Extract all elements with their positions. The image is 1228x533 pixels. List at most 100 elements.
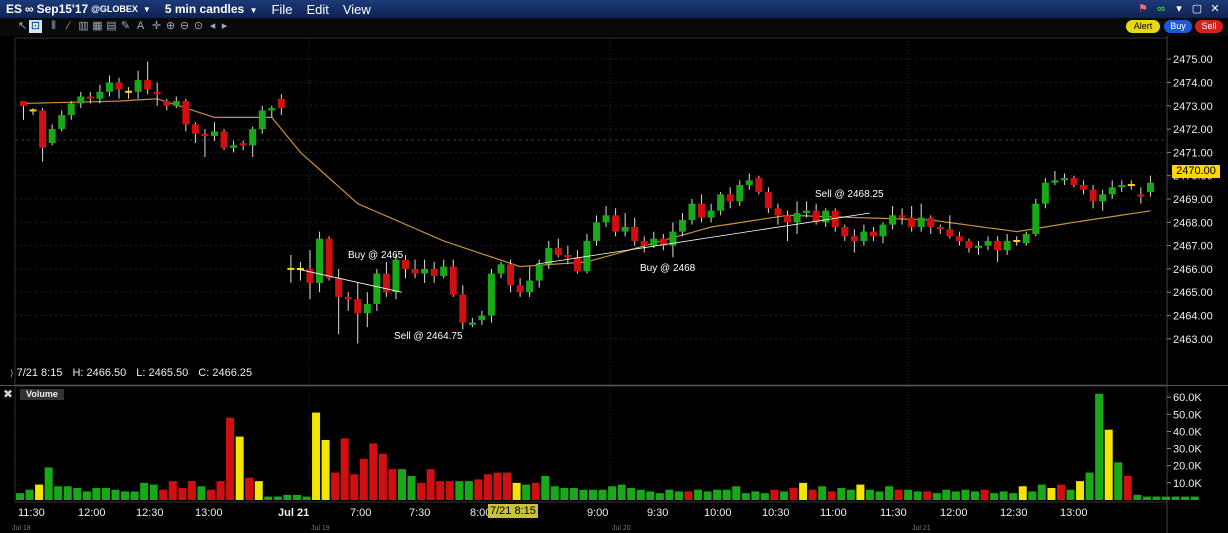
candle-up (1146, 182, 1154, 193)
volume-bar (273, 496, 282, 500)
volume-bar (197, 486, 206, 500)
symbol: ES (6, 2, 23, 16)
volume-bar (894, 489, 903, 500)
volume-bar (713, 489, 722, 500)
volume-bar (216, 481, 225, 500)
candle-up (621, 226, 629, 232)
window-controls: ⚑ ∞ ▾ ▢ ✕ (1136, 2, 1222, 16)
candle-down (1080, 185, 1088, 190)
chart-toolbar: ↖ ⊡ ⫴ ∕ ▥ ▦ ▤ ✎ A ✛ ⊕ ⊖ ⊙ ◂ ▸ Alert Buy … (0, 18, 1228, 36)
volume-bar (178, 488, 187, 500)
volume-bar (436, 481, 445, 500)
volume-bar (493, 472, 502, 500)
annotation-icon[interactable]: ✎ (119, 20, 132, 33)
menu-view[interactable]: View (343, 2, 371, 17)
chevron-icon: ⟩ (10, 368, 14, 378)
alert-button[interactable]: Alert (1126, 20, 1160, 33)
zoom-window-icon[interactable]: ⊡ (29, 20, 42, 33)
menu-edit[interactable]: Edit (306, 2, 328, 17)
volume-bar (350, 474, 359, 500)
volume-bar (522, 484, 531, 500)
candle-up (678, 219, 686, 232)
zoom-reset-icon[interactable]: ⊙ (192, 20, 205, 33)
bar-style-icon[interactable]: ⫴ (47, 20, 60, 33)
text-icon[interactable]: A (134, 20, 147, 33)
price-tick-label: 2467.00 (1173, 241, 1213, 253)
time-label: 10:00 (704, 507, 732, 519)
volume-bar (971, 491, 979, 500)
candle-up (707, 210, 715, 218)
volume-bar (63, 486, 72, 500)
candle-up (67, 103, 75, 116)
volume-bar (560, 488, 569, 500)
volume-bar (741, 493, 750, 500)
candle-down (201, 133, 209, 137)
candle-down (554, 247, 562, 255)
candle-up (1022, 233, 1030, 244)
candle-up (487, 273, 495, 316)
price-chart[interactable]: Buy @ 2465 Sell @ 2464.75 Buy @ 2468 Sell @… (0, 36, 1228, 533)
candle-up (526, 280, 534, 293)
candle-down (1089, 189, 1097, 202)
candle-down (115, 82, 123, 90)
close-panel-icon[interactable]: ✖ (3, 387, 13, 401)
price-tick-label: 2471.00 (1173, 147, 1213, 159)
buy-button[interactable]: Buy (1164, 20, 1192, 33)
volume-bar (990, 493, 999, 500)
chart-type-icon[interactable]: ▥ (77, 20, 90, 33)
trendline-icon[interactable]: ∕ (62, 20, 75, 33)
volume-bar (254, 481, 263, 500)
candle-down (20, 101, 27, 106)
sell-button[interactable]: Sell (1195, 20, 1223, 33)
volume-bar (35, 484, 44, 500)
candle-up (1003, 240, 1011, 251)
candle-down (86, 96, 94, 99)
dropdown-icon[interactable]: ▾ (1172, 2, 1186, 16)
layout-icon[interactable]: ▤ (105, 20, 118, 33)
volume-bar (961, 489, 970, 500)
session-marker: Jul 20 (612, 525, 631, 532)
volume-bar (1190, 496, 1199, 500)
menu-file[interactable]: File (271, 2, 292, 17)
volume-bar (464, 481, 473, 500)
volume-bar (589, 489, 597, 500)
volume-tick-label: 50.0K (1173, 409, 1202, 421)
price-tick-label: 2474.00 (1173, 77, 1213, 89)
volume-bar (455, 481, 464, 500)
volume-bar (885, 486, 894, 500)
ohlc-readout: ⟩ 7/21 8:15 H: 2466.50 L: 2465.50 C: 246… (10, 367, 252, 379)
link-icon[interactable]: ∞ (1154, 2, 1168, 16)
candle-up (984, 240, 992, 246)
volume-bar (92, 488, 101, 500)
volume-bar (904, 489, 913, 500)
cursor-icon[interactable]: ↖ (16, 20, 29, 33)
volume-bar (1133, 494, 1142, 500)
time-label: 12:00 (940, 507, 968, 519)
close-icon[interactable]: ✕ (1208, 2, 1222, 16)
candle-down (1137, 194, 1145, 197)
volume-bar (770, 489, 779, 500)
candle-down (277, 98, 285, 109)
alert-flag-icon[interactable]: ⚑ (1136, 2, 1150, 16)
candle-down (1070, 178, 1078, 186)
volume-bar (312, 412, 321, 500)
crosshair-icon[interactable]: ✛ (150, 20, 163, 33)
volume-bar (369, 443, 378, 500)
contract-title[interactable]: ES ∞ Sep15'17 @GLOBEX ▼ (6, 2, 151, 16)
candle-up (316, 238, 324, 283)
candle-down (402, 259, 409, 269)
zoom-out-icon[interactable]: ⊖ (178, 20, 191, 33)
volume-bar (932, 493, 941, 500)
volume-bar (1162, 496, 1170, 500)
scroll-right-icon[interactable]: ▸ (218, 20, 231, 33)
candle-up (77, 96, 85, 104)
studies-icon[interactable]: ▦ (91, 20, 104, 33)
interval-selector[interactable]: 5 min candles ▼ (165, 2, 258, 16)
price-tick-label: 2472.00 (1173, 124, 1213, 136)
volume-bar (398, 469, 406, 500)
volume-bar (1085, 472, 1094, 500)
trade-annotation: Sell @ 2464.75 (394, 331, 463, 342)
maximize-icon[interactable]: ▢ (1190, 2, 1204, 16)
volume-bar (923, 491, 932, 500)
zoom-in-icon[interactable]: ⊕ (164, 20, 177, 33)
